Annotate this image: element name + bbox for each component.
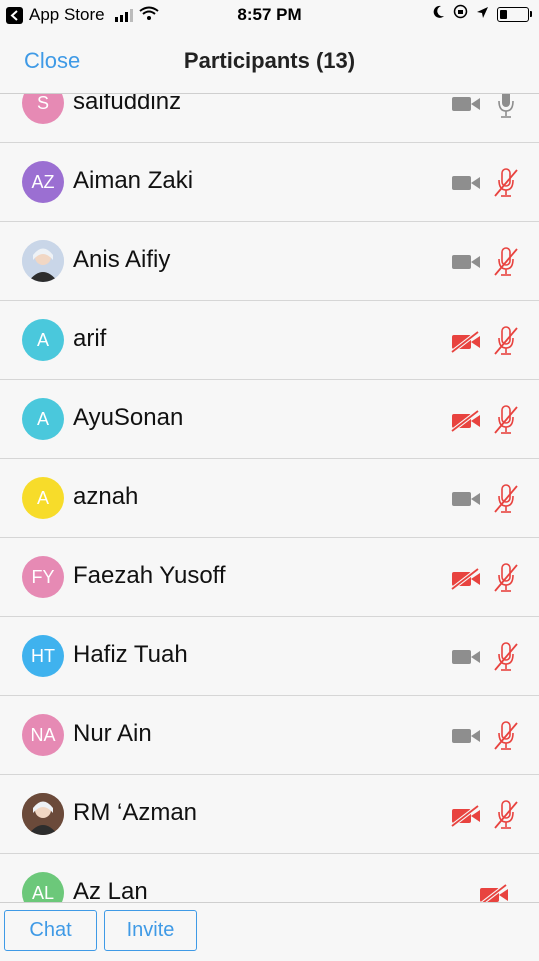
moon-icon	[433, 4, 445, 24]
status-bar: App Store 8:57 PM	[0, 0, 539, 30]
participant-name: saifuddinz	[73, 94, 182, 115]
avatar-initials: A	[36, 408, 49, 429]
bottom-toolbar: Chat Invite	[0, 902, 539, 961]
avatar: A	[22, 477, 64, 519]
orientation-lock-icon	[453, 4, 468, 24]
avatar	[22, 793, 64, 835]
status-right	[433, 4, 532, 24]
video-icon	[451, 647, 481, 672]
participant-name: AyuSonan	[73, 404, 184, 431]
mic-muted-icon	[493, 168, 519, 203]
video-icon	[451, 489, 481, 514]
participant-row[interactable]: Ssaifuddinz	[0, 94, 539, 143]
avatar: NA	[22, 714, 64, 756]
participant-name: aznah	[73, 483, 139, 510]
participant-row[interactable]: RM ‘Azman	[0, 775, 539, 854]
participant-row[interactable]: A AyuSonan	[0, 380, 539, 459]
page-title: Participants (13)	[183, 48, 356, 73]
participant-name: Hafiz Tuah	[73, 641, 188, 668]
avatar: A	[22, 398, 64, 440]
participant-row[interactable]: HT Hafiz Tuah	[0, 617, 539, 696]
mic-muted-icon	[493, 326, 519, 361]
invite-button[interactable]: Invite	[104, 910, 197, 951]
participant-row[interactable]: FY Faezah Yusoff	[0, 538, 539, 617]
mic-muted-icon	[493, 405, 519, 440]
mic-muted-icon	[493, 484, 519, 519]
video-off-icon	[450, 409, 481, 437]
video-icon	[451, 252, 481, 277]
mic-muted-icon	[493, 642, 519, 677]
mic-muted-icon	[493, 721, 519, 756]
chat-button[interactable]: Chat	[4, 910, 97, 951]
mic-muted-icon	[493, 800, 519, 835]
participant-name: RM ‘Azman	[73, 799, 198, 826]
participant-name: Aiman Zaki	[73, 167, 194, 194]
avatar-initials: FY	[31, 566, 55, 587]
avatar: HT	[22, 635, 64, 677]
avatar-initials: A	[36, 487, 49, 508]
avatar	[22, 240, 64, 282]
participant-list[interactable]: Ssaifuddinz AZ Aiman Zaki Anis Aifiy Aarif A A…	[0, 94, 539, 902]
participant-name: arif	[73, 325, 107, 352]
mic-icon	[496, 94, 516, 124]
mic-muted-icon	[493, 247, 519, 282]
participant-name: Az Lan	[73, 878, 148, 902]
avatar-initials: S	[36, 94, 49, 113]
participant-row[interactable]: Aarif	[0, 301, 539, 380]
participant-row[interactable]: NA Nur Ain	[0, 696, 539, 775]
video-off-icon	[450, 567, 481, 595]
video-off-icon	[450, 804, 481, 832]
avatar: AL	[22, 872, 64, 902]
participant-row[interactable]: Anis Aifiy	[0, 222, 539, 301]
avatar: A	[22, 319, 64, 361]
participant-name: Faezah Yusoff	[73, 562, 226, 589]
participant-row[interactable]: Aaznah	[0, 459, 539, 538]
video-icon	[451, 726, 481, 751]
battery-icon	[497, 6, 532, 22]
participant-name: Anis Aifiy	[73, 246, 171, 273]
video-icon	[451, 173, 481, 198]
avatar-initials: NA	[30, 724, 56, 745]
avatar-initials: A	[36, 329, 49, 350]
location-icon	[476, 4, 489, 24]
nav-bar: Close Participants (13)	[0, 30, 539, 94]
participant-name: Nur Ain	[73, 720, 152, 747]
video-off-icon	[479, 883, 509, 902]
avatar-initials: AZ	[31, 171, 55, 192]
avatar: S	[22, 94, 64, 124]
avatar-initials: HT	[31, 645, 55, 666]
participant-row[interactable]: AZ Aiman Zaki	[0, 143, 539, 222]
participant-row[interactable]: AL Az Lan	[0, 854, 539, 902]
mic-muted-icon	[493, 563, 519, 598]
video-icon	[451, 94, 481, 119]
avatar: AZ	[22, 161, 64, 203]
avatar-initials: AL	[31, 882, 55, 903]
avatar: FY	[22, 556, 64, 598]
video-off-icon	[450, 330, 481, 358]
